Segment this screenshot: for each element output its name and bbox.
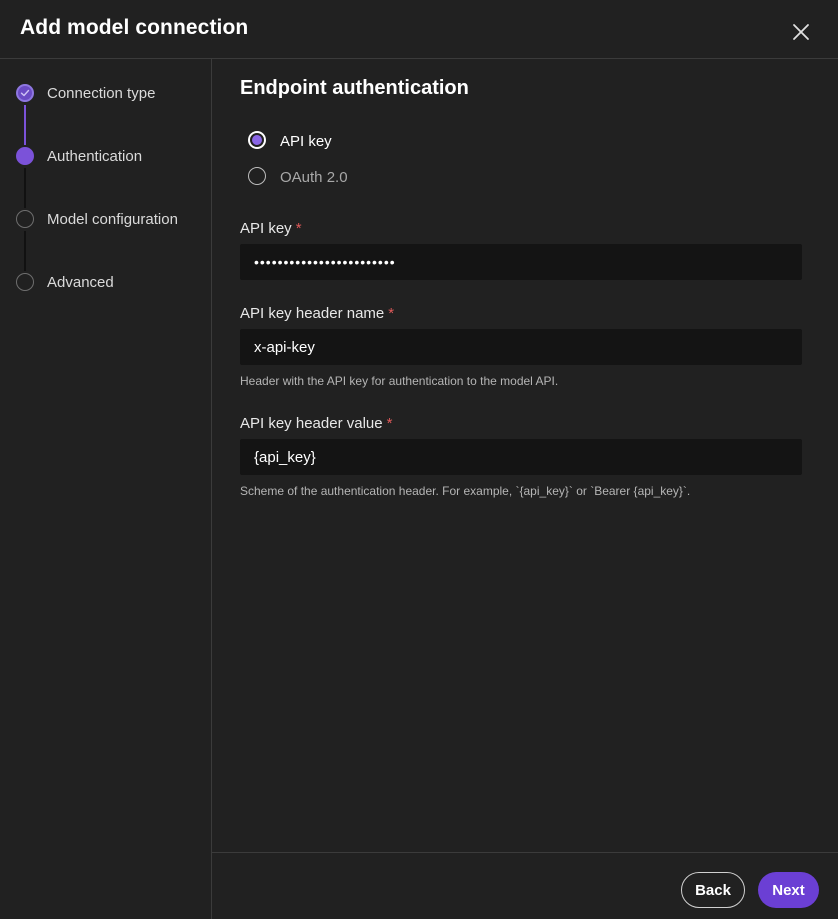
- step-connector-2: [24, 168, 26, 208]
- step-authentication[interactable]: Authentication: [16, 144, 206, 168]
- step-connection-type[interactable]: Connection type: [16, 81, 206, 105]
- next-button[interactable]: Next: [758, 872, 819, 908]
- step-model-configuration[interactable]: Model configuration: [16, 207, 206, 231]
- header-name-label: API key header name *: [240, 305, 394, 322]
- dialog-title: Add model connection: [20, 16, 249, 39]
- section-title: Endpoint authentication: [240, 77, 469, 99]
- header-value-helper: Scheme of the authentication header. For…: [240, 484, 691, 498]
- header-value-input[interactable]: [240, 439, 802, 475]
- dialog-header: Add model connection: [0, 0, 838, 59]
- steps-sidebar: Connection type Authentication Model con…: [0, 59, 212, 919]
- close-icon: [793, 24, 809, 40]
- radio-selected-indicator: [248, 131, 266, 149]
- header-value-label: API key header value *: [240, 415, 392, 432]
- radio-label: OAuth 2.0: [280, 169, 348, 186]
- required-mark: *: [295, 220, 302, 237]
- api-key-label-text: API key: [240, 220, 292, 237]
- api-key-input[interactable]: [240, 244, 802, 280]
- header-name-helper: Header with the API key for authenticati…: [240, 374, 559, 388]
- step-active-indicator: [16, 147, 34, 165]
- radio-unselected-indicator: [248, 167, 266, 185]
- required-mark: *: [386, 415, 393, 432]
- check-icon: [20, 89, 30, 97]
- api-key-label: API key *: [240, 220, 302, 237]
- back-button[interactable]: Back: [681, 872, 745, 908]
- radio-api-key[interactable]: API key: [248, 129, 448, 151]
- required-mark: *: [388, 305, 395, 322]
- step-label: Connection type: [47, 85, 156, 102]
- step-connector-1: [24, 105, 26, 145]
- dialog-footer: Back Next: [212, 852, 838, 919]
- step-label: Advanced: [47, 274, 114, 291]
- step-completed-indicator: [16, 84, 34, 102]
- radio-label: API key: [280, 133, 332, 150]
- header-value-label-text: API key header value: [240, 415, 383, 432]
- radio-oauth[interactable]: OAuth 2.0: [248, 165, 448, 187]
- header-name-input[interactable]: [240, 329, 802, 365]
- header-name-label-text: API key header name: [240, 305, 385, 322]
- step-connector-3: [24, 231, 26, 271]
- step-pending-indicator: [16, 273, 34, 291]
- step-label: Model configuration: [47, 211, 178, 228]
- step-advanced[interactable]: Advanced: [16, 270, 206, 294]
- step-pending-indicator: [16, 210, 34, 228]
- main-panel: Endpoint authentication API key OAuth 2.…: [212, 59, 838, 852]
- close-button[interactable]: [788, 19, 814, 45]
- step-label: Authentication: [47, 148, 143, 165]
